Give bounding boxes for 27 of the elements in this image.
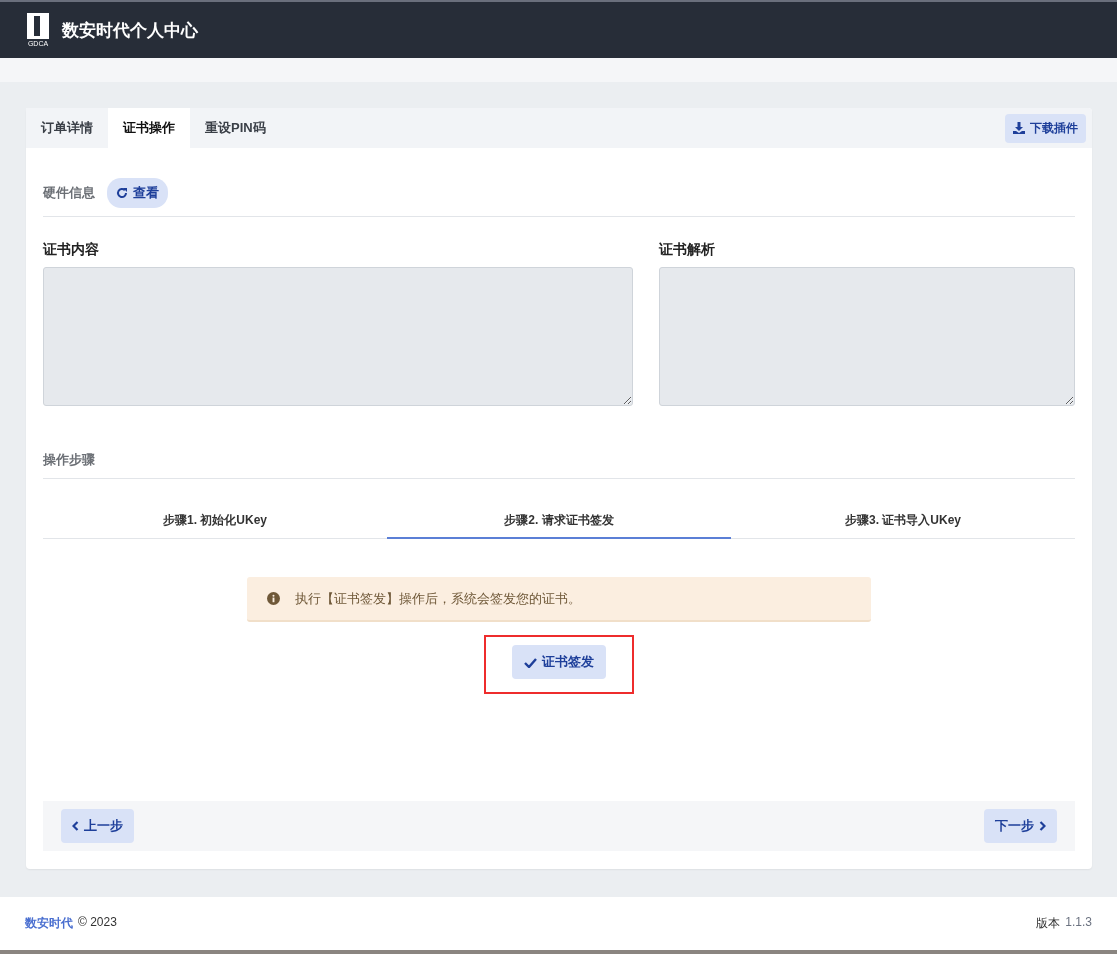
previous-button[interactable]: 上一步: [61, 809, 134, 843]
panel-title: 证书解析: [659, 241, 717, 259]
brand-link[interactable]: 数安时代: [25, 915, 73, 932]
step-tab[interactable]: 步骤1. 初始化UKey: [43, 504, 387, 539]
version-label: 版本: [1036, 915, 1061, 932]
issue-certificate-button[interactable]: 证书签发: [512, 645, 606, 679]
chevron-right-icon: [1039, 821, 1046, 831]
text-area[interactable]: [659, 267, 1075, 406]
step-tab[interactable]: 步骤3. 证书导入UKey: [731, 504, 1075, 539]
info-icon: [267, 592, 280, 605]
step-tab[interactable]: 步骤2. 请求证书签发: [387, 504, 731, 539]
next-button[interactable]: 下一步: [984, 809, 1057, 843]
download-icon: [1013, 122, 1025, 134]
alert-text: 执行【证书签发】操作后，系统会签发您的证书。: [295, 589, 581, 608]
refresh-icon: [116, 187, 128, 199]
text-area[interactable]: [43, 267, 634, 406]
tab[interactable]: 证书操作: [108, 108, 190, 148]
section-label: 硬件信息: [43, 184, 95, 202]
app-title: 数安时代个人中心: [62, 19, 198, 42]
chevron-left-icon: [72, 821, 79, 831]
download-button[interactable]: 下载插件: [1005, 113, 1086, 143]
check-icon: [524, 656, 537, 668]
section-label: 操作步骤: [43, 452, 95, 467]
copyright-text: © 2023: [78, 915, 117, 931]
version-number: 1.1.3: [1065, 915, 1092, 931]
panel-title: 证书内容: [43, 241, 100, 259]
view-button[interactable]: 查看: [107, 178, 168, 208]
